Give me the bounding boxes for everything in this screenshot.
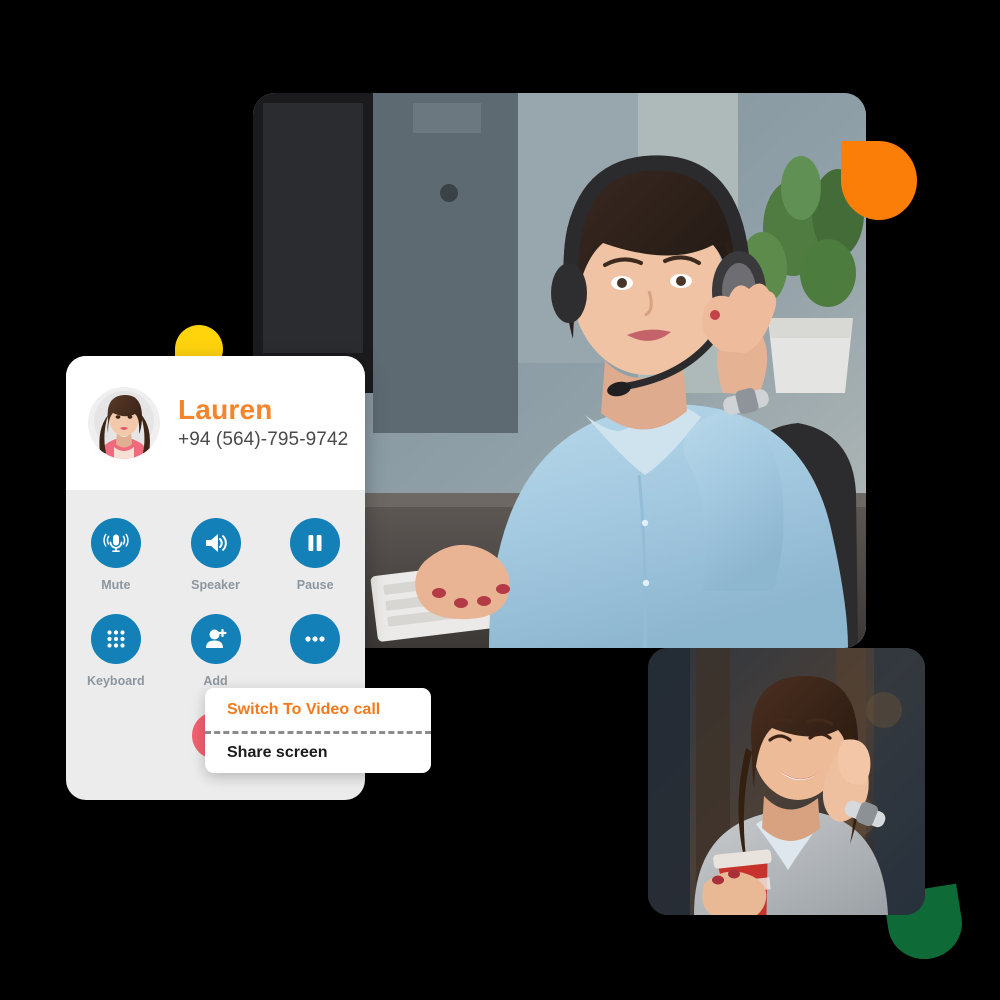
inset-photo-graphic (648, 648, 925, 915)
call-controls-row-1: Mute Speaker Pause (66, 518, 365, 592)
avatar (88, 387, 160, 459)
control-speaker[interactable]: Speaker (166, 518, 266, 592)
scene: Lauren +94 (564)-795-9742 Mute Speaker P… (0, 0, 1000, 1000)
keyboard-button[interactable] (90, 614, 141, 664)
mute-button[interactable] (90, 518, 141, 568)
context-menu[interactable]: Switch To Video call Share screen (205, 688, 431, 773)
call-controls-row-2: Keyboard Add (66, 614, 365, 688)
add-label: Add (203, 674, 228, 688)
microphone-icon (103, 533, 129, 552)
contact-info: Lauren +94 (564)-795-9742 (178, 394, 349, 451)
speaker-icon (205, 534, 227, 552)
pause-label: Pause (296, 578, 334, 592)
menu-item-share-screen[interactable]: Share screen (205, 739, 431, 767)
decor-leaf-orange-icon (841, 141, 917, 220)
menu-divider (205, 731, 431, 734)
control-keyboard[interactable]: Keyboard (66, 614, 166, 688)
speaker-button[interactable] (190, 518, 241, 568)
add-person-button[interactable] (190, 614, 241, 664)
call-card-header: Lauren +94 (564)-795-9742 (66, 356, 365, 490)
inset-photo-woman-on-phone (648, 648, 925, 915)
avatar-photo-woman-icon (88, 387, 160, 459)
contact-name: Lauren (178, 394, 273, 426)
control-more[interactable] (265, 614, 365, 688)
menu-item-switch-to-video-call[interactable]: Switch To Video call (205, 696, 431, 724)
add-person-icon (205, 628, 227, 648)
contact-phone-number: +94 (564)-795-9742 (178, 428, 349, 450)
control-pause[interactable]: Pause (265, 518, 365, 592)
control-mute[interactable]: Mute (66, 518, 166, 592)
pause-icon (308, 535, 322, 551)
speaker-label: Speaker (191, 578, 240, 592)
pause-button[interactable] (290, 518, 341, 568)
control-add[interactable]: Add (166, 614, 266, 688)
dialpad-icon (107, 630, 125, 648)
more-options-button[interactable] (290, 614, 341, 664)
mute-label: Mute (101, 578, 131, 592)
keyboard-label: Keyboard (87, 674, 145, 688)
more-dots-icon (305, 636, 325, 642)
